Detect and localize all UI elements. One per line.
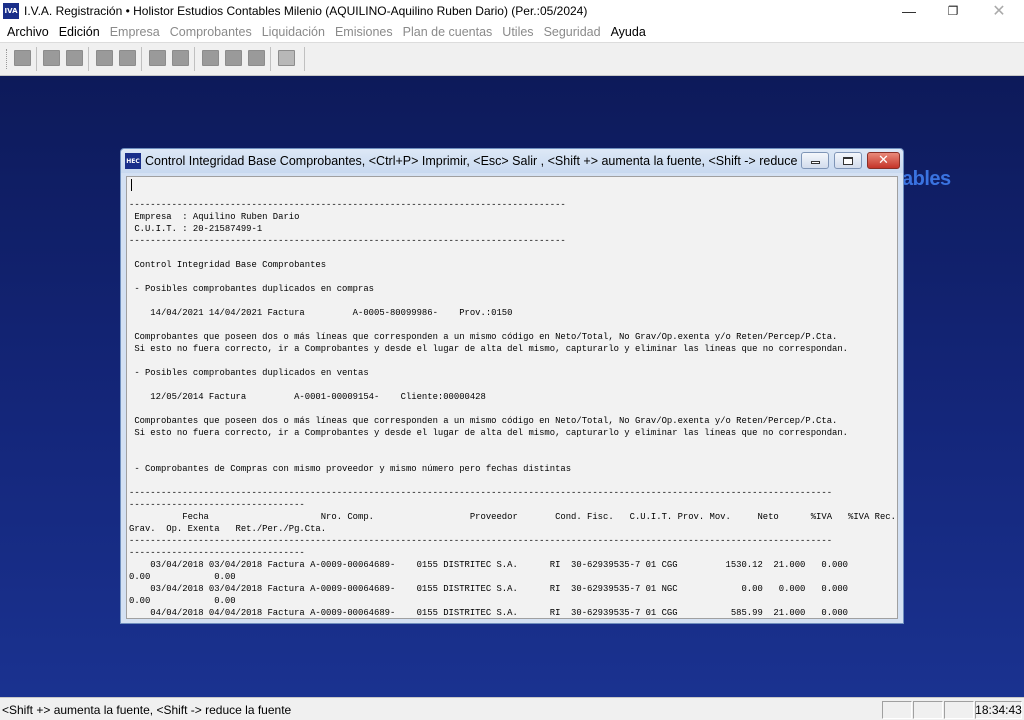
maximize-button[interactable]: ❐ <box>930 0 976 22</box>
report-maximize-button[interactable] <box>834 152 862 169</box>
report-line: ----------------------------------------… <box>129 488 833 498</box>
report-line: Si esto no fuera correcto, ir a Comproba… <box>129 428 848 438</box>
report-line: 03/04/2018 03/04/2018 Factura A-0009-000… <box>129 560 898 570</box>
report-line <box>129 187 897 199</box>
app-title: I.V.A. Registración • Holistor Estudios … <box>24 4 588 18</box>
menu-edici-n[interactable]: Edición <box>54 25 105 39</box>
toolbar-separator <box>304 47 305 71</box>
toolbar-button-1[interactable] <box>14 50 31 66</box>
report-line <box>129 439 897 451</box>
maximize-icon <box>843 156 853 165</box>
report-line: 04/04/2018 04/04/2018 Factura A-0009-000… <box>129 608 898 618</box>
report-line: ----------------------------------------… <box>129 200 566 210</box>
toolbar-separator <box>36 47 37 71</box>
report-line <box>129 475 897 487</box>
status-panel <box>882 701 912 719</box>
toolbar-button-5[interactable] <box>119 50 136 66</box>
menu-plan-de-cuentas[interactable]: Plan de cuentas <box>398 25 498 39</box>
report-line: 0.00 0.00 <box>129 596 236 606</box>
report-window-title: Control Integridad Base Comprobantes, <C… <box>145 154 801 168</box>
report-line <box>129 451 897 463</box>
toolbar-button-8[interactable] <box>202 50 219 66</box>
close-icon: ✕ <box>878 153 889 168</box>
minimize-icon <box>810 161 820 164</box>
report-line: - Posibles comprobantes duplicados en co… <box>129 284 374 294</box>
toolbar-separator <box>194 47 195 71</box>
report-line <box>129 403 897 415</box>
status-clock: 18:34:43 <box>975 701 1022 719</box>
menu-utiles[interactable]: Utiles <box>497 25 538 39</box>
report-line <box>129 355 897 367</box>
report-line: Comprobantes que poseen dos o más líneas… <box>129 416 838 426</box>
report-window-icon: HEC <box>125 153 141 169</box>
report-line: - Posibles comprobantes duplicados en ve… <box>129 368 369 378</box>
status-panel <box>944 701 974 719</box>
toolbar-button-10[interactable] <box>248 50 265 66</box>
report-text-area[interactable]: --------------------------------- -------… <box>126 176 898 619</box>
app-title-bar: IVA I.V.A. Registración • Holistor Estud… <box>0 0 1024 22</box>
menu-ayuda[interactable]: Ayuda <box>606 25 651 39</box>
report-window-title-bar[interactable]: HEC Control Integridad Base Comprobantes… <box>121 149 903 173</box>
status-bar: <Shift +> aumenta la fuente, <Shift -> r… <box>0 697 1024 720</box>
report-line: --------------------------------- <box>129 548 305 558</box>
menu-seguridad[interactable]: Seguridad <box>539 25 606 39</box>
report-line: Si esto no fuera correcto, ir a Comproba… <box>129 344 848 354</box>
report-line: Fecha Nro. Comp. Proveedor Cond. Fisc. C… <box>129 512 898 522</box>
report-window: HEC Control Integridad Base Comprobantes… <box>120 148 904 624</box>
toolbar-grip[interactable] <box>6 49 9 69</box>
app-icon: IVA <box>3 3 19 19</box>
toolbar-separator <box>141 47 142 71</box>
menu-liquidaci-n[interactable]: Liquidación <box>257 25 330 39</box>
toolbar-button-2[interactable] <box>43 50 60 66</box>
close-button[interactable]: ✕ <box>976 0 1022 22</box>
background-brand-text: ables <box>902 168 951 190</box>
exit-icon[interactable] <box>278 50 295 66</box>
toolbar-button-3[interactable] <box>66 50 83 66</box>
menu-comprobantes[interactable]: Comprobantes <box>165 25 257 39</box>
menu-archivo[interactable]: Archivo <box>2 25 54 39</box>
report-line: 14/04/2021 14/04/2021 Factura A-0005-800… <box>129 308 513 318</box>
report-line: ----------------------------------------… <box>129 536 833 546</box>
report-line <box>129 379 897 391</box>
report-line: 03/04/2018 03/04/2018 Factura A-0009-000… <box>129 584 898 594</box>
report-line <box>129 295 897 307</box>
report-line <box>129 247 897 259</box>
report-line: C.U.I.T. : 20-21587499-1 <box>129 224 263 234</box>
menu-emisiones[interactable]: Emisiones <box>330 25 398 39</box>
report-line: 0.00 0.00 <box>129 572 236 582</box>
report-close-button[interactable]: ✕ <box>867 152 900 169</box>
report-line: 12/05/2014 Factura A-0001-00009154- Clie… <box>129 392 486 402</box>
toolbar-button-9[interactable] <box>225 50 242 66</box>
report-line: Control Integridad Base Comprobantes <box>129 260 327 270</box>
status-panel <box>913 701 943 719</box>
report-minimize-button[interactable] <box>801 152 829 169</box>
minimize-button[interactable]: — <box>886 0 932 22</box>
report-line: - Comprobantes de Compras con mismo prov… <box>129 464 572 474</box>
toolbar-separator <box>270 47 271 71</box>
report-line: --------------------------------- <box>129 500 305 510</box>
report-line <box>129 271 897 283</box>
menu-bar: Archivo Edición Empresa Comprobantes Liquida… <box>0 22 1024 42</box>
report-line: Comprobantes que poseen dos o más líneas… <box>129 332 838 342</box>
report-line: ----------------------------------------… <box>129 236 566 246</box>
toolbar-button-6[interactable] <box>149 50 166 66</box>
report-line <box>129 319 897 331</box>
report-content: --------------------------------- -------… <box>129 187 898 618</box>
toolbar-button-7[interactable] <box>172 50 189 66</box>
report-line: Empresa : Aquilino Ruben Dario <box>129 212 300 222</box>
menu-empresa[interactable]: Empresa <box>105 25 165 39</box>
toolbar <box>0 42 1024 76</box>
status-text: <Shift +> aumenta la fuente, <Shift -> r… <box>2 703 292 717</box>
toolbar-separator <box>88 47 89 71</box>
report-line: Grav. Op. Exenta Ret./Per./Pg.Cta. <box>129 524 327 534</box>
toolbar-button-4[interactable] <box>96 50 113 66</box>
